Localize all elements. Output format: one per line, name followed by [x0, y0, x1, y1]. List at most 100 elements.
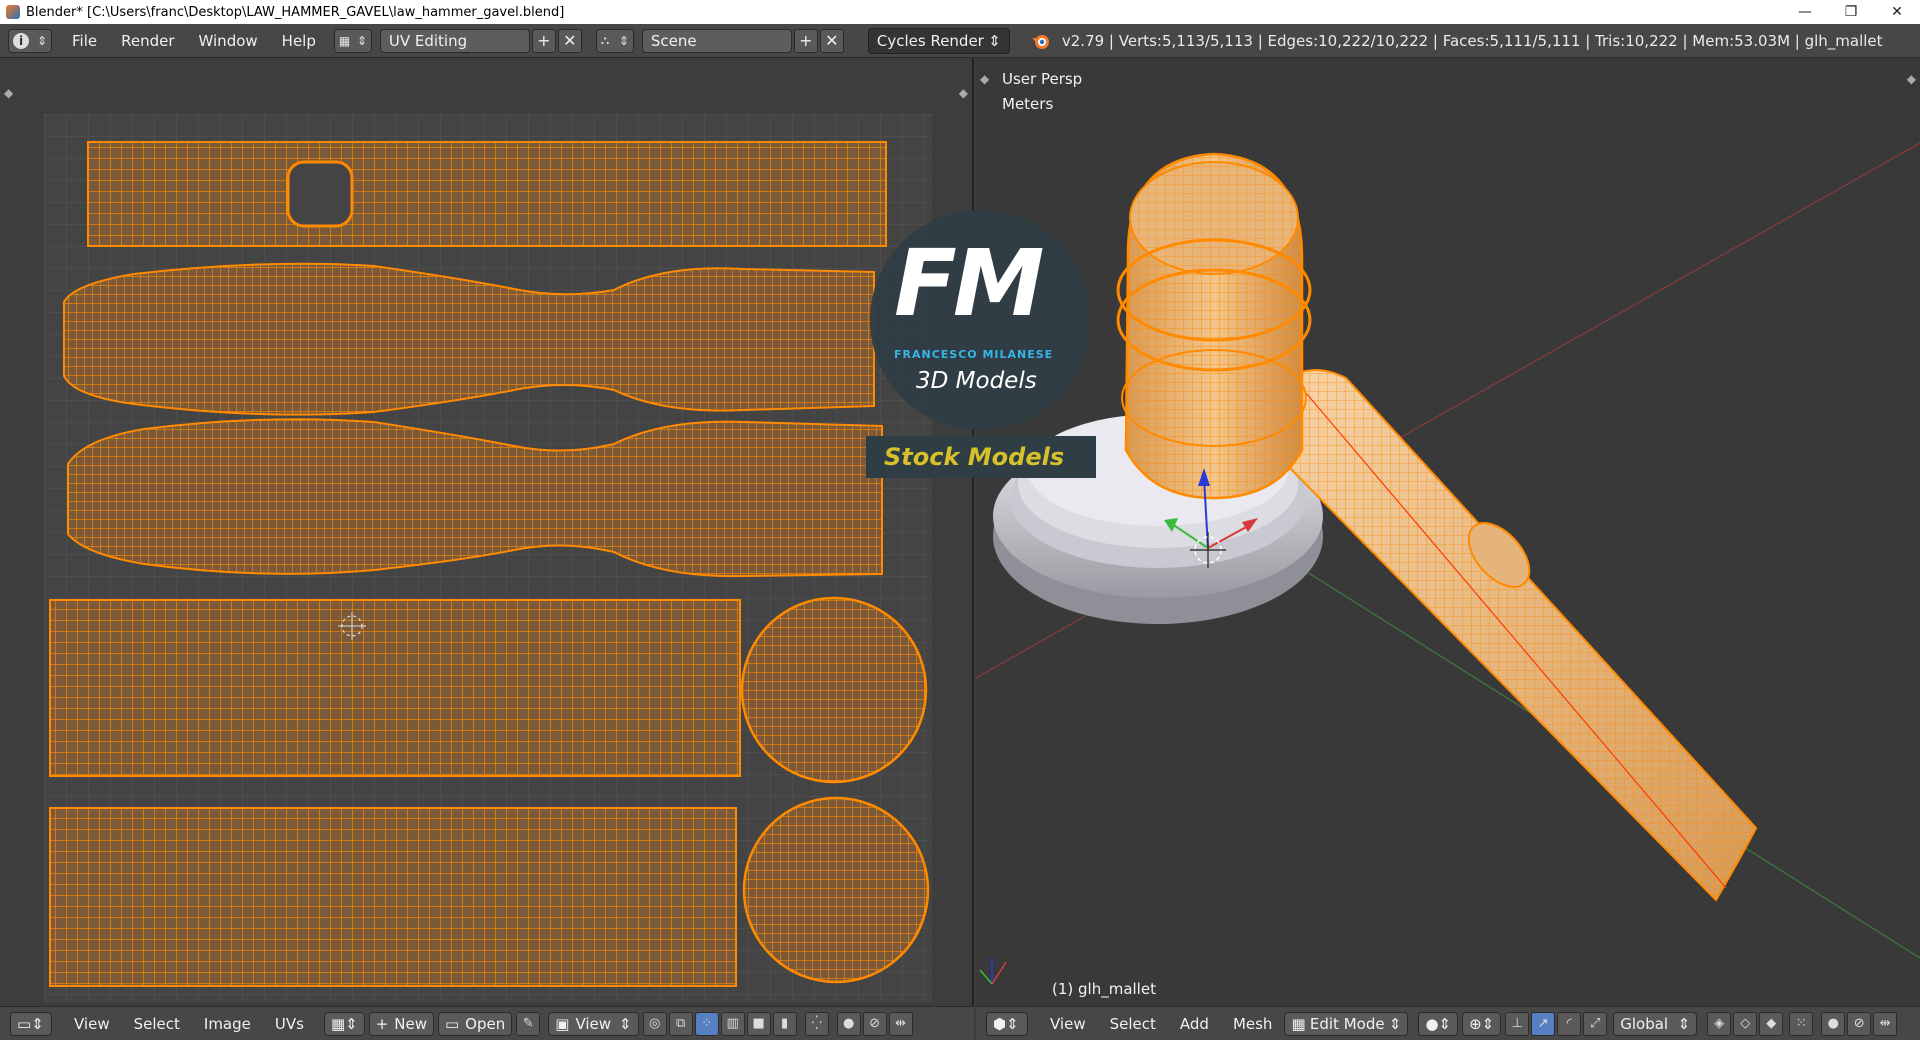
screen-layout-icon: ▦: [338, 33, 351, 48]
info-editor-type-selector[interactable]: i ⇕: [8, 28, 52, 53]
menu-window[interactable]: Window: [187, 32, 270, 50]
pin-icon[interactable]: ✎: [516, 1011, 541, 1036]
remove-screen-button[interactable]: ✕: [557, 28, 582, 53]
pivot-point-dropdown[interactable]: ⊕⇕: [1462, 1011, 1502, 1036]
viewport-shading-dropdown[interactable]: ●⇕: [1418, 1011, 1459, 1036]
add-scene-button[interactable]: +: [793, 28, 818, 53]
updown-icon: ⇕: [1006, 1014, 1019, 1033]
window-titlebar: Blender* [C:\Users\franc\Desktop\LAW_HAM…: [0, 0, 1920, 24]
3d-viewport[interactable]: ◆ ◆ User Persp Meters (1) glh_mallet: [976, 58, 1920, 1006]
snap-icon[interactable]: ⊘: [862, 1011, 887, 1036]
render-engine-dropdown[interactable]: Cycles Render ⇕: [867, 27, 1010, 54]
image-editor-icon: ▭: [17, 1014, 32, 1033]
uv-island-head-side-2[interactable]: [49, 807, 737, 987]
remove-scene-button[interactable]: ✕: [819, 28, 844, 53]
edit-mode-icon: ▦: [1291, 1014, 1306, 1033]
updown-icon: ⇕: [1388, 1014, 1402, 1033]
fm-subtitle: 3D Models: [916, 368, 1037, 394]
mode-dropdown[interactable]: ▦ Edit Mode ⇕: [1284, 1011, 1409, 1036]
info-icon: i: [13, 32, 29, 49]
face-select-icon[interactable]: ■: [746, 1011, 771, 1036]
image-editor-type-selector[interactable]: ▭ ⇕: [10, 1011, 52, 1036]
menu-render[interactable]: Render: [109, 32, 186, 50]
folder-icon: ▭: [444, 1014, 460, 1033]
edge-select-mode-icon[interactable]: ◇: [1733, 1011, 1758, 1036]
uv-menu-view[interactable]: View: [62, 1015, 122, 1033]
uv-island-head-side-1[interactable]: [49, 599, 741, 777]
vp-menu-mesh[interactable]: Mesh: [1221, 1015, 1285, 1033]
view3d-editor-type-selector[interactable]: ⬢ ⇕: [986, 1011, 1028, 1036]
translate-manipulator-icon[interactable]: ↗: [1531, 1011, 1556, 1036]
view-axis-gizmo: [979, 958, 1007, 985]
snap-element-icon[interactable]: ⇹: [1873, 1011, 1898, 1036]
uv-island-head-top[interactable]: [87, 141, 887, 247]
image-browse-button[interactable]: ▦⇕: [323, 1011, 365, 1036]
screen-layout-field[interactable]: UV Editing: [379, 28, 530, 53]
uv-island-handle-2[interactable]: [67, 418, 883, 578]
window-title: Blender* [C:\Users\franc\Desktop\LAW_HAM…: [26, 4, 565, 20]
uv-menu-select[interactable]: Select: [122, 1015, 192, 1033]
transform-orientation-dropdown[interactable]: Global ⇕: [1613, 1011, 1698, 1036]
uv-canvas[interactable]: [44, 114, 932, 1002]
proportional-edit-icon[interactable]: ●: [1821, 1011, 1846, 1036]
minimize-button[interactable]: —: [1782, 0, 1828, 24]
scene-selector[interactable]: ⛬ ⇕: [595, 28, 634, 53]
vertex-select-icon[interactable]: ⁘: [694, 1011, 719, 1036]
rotate-manipulator-icon[interactable]: ◜: [1557, 1011, 1582, 1036]
mode-label: Edit Mode: [1309, 1014, 1385, 1033]
info-header: i ⇕ File Render Window Help ▦ ⇕ UV Editing…: [0, 24, 1920, 58]
uv-island-cap-2[interactable]: [742, 796, 930, 984]
close-button[interactable]: ✕: [1874, 0, 1920, 24]
scene-field[interactable]: Scene: [641, 28, 792, 53]
fm-name: FRANCESCO MILANESE: [894, 348, 1054, 361]
menu-help[interactable]: Help: [270, 32, 328, 50]
gavel-head[interactable]: [1116, 152, 1312, 500]
image-browse-icon: ▦⇕: [330, 1014, 358, 1033]
image-mode-icon: ▣: [555, 1014, 570, 1033]
view3d-icon: ⬢: [993, 1014, 1007, 1033]
gavel-handle[interactable]: [1265, 369, 1758, 902]
manipulator-icon[interactable]: ⊥: [1505, 1011, 1530, 1036]
vp-menu-select[interactable]: Select: [1098, 1015, 1168, 1033]
pivot-icon: ⊕⇕: [1469, 1014, 1495, 1033]
snap-icon[interactable]: ⊘: [1847, 1011, 1872, 1036]
new-image-button[interactable]: + New: [368, 1011, 434, 1036]
scene-statistics: v2.79 | Verts:5,113/5,113 | Edges:10,222…: [1061, 31, 1883, 50]
new-image-label: New: [394, 1014, 427, 1033]
vp-menu-add[interactable]: Add: [1168, 1015, 1221, 1033]
restore-button[interactable]: ❐: [1828, 0, 1874, 24]
solid-shading-icon: ●⇕: [1425, 1014, 1452, 1033]
add-screen-button[interactable]: +: [531, 28, 556, 53]
vertex-select-mode-icon[interactable]: ◈: [1707, 1011, 1732, 1036]
updown-icon: ⇕: [356, 33, 367, 48]
updown-icon: ⇕: [36, 33, 47, 48]
scale-manipulator-icon[interactable]: ⤢: [1583, 1011, 1608, 1036]
fm-initials: FM: [894, 230, 1044, 337]
edge-select-icon[interactable]: ▥: [720, 1011, 745, 1036]
limit-selection-icon[interactable]: ⁙: [1789, 1011, 1814, 1036]
pivot-icon[interactable]: ◎: [642, 1011, 667, 1036]
screen-layout-selector[interactable]: ▦ ⇕: [333, 28, 372, 53]
proportional-edit-icon[interactable]: ●: [836, 1011, 861, 1036]
open-image-button[interactable]: ▭ Open: [437, 1011, 513, 1036]
menu-file[interactable]: File: [60, 32, 109, 50]
image-mode-dropdown[interactable]: ▣ View ⇕: [548, 1011, 639, 1036]
area-split-corner[interactable]: ◆: [4, 86, 13, 100]
scene-render: [976, 142, 1920, 985]
plus-icon: +: [375, 1014, 389, 1033]
uv-menu-image[interactable]: Image: [192, 1015, 263, 1033]
vp-menu-view[interactable]: View: [1038, 1015, 1098, 1033]
sticky-select-icon[interactable]: ⁛: [804, 1011, 829, 1036]
sync-selection-icon[interactable]: ⧉: [668, 1011, 693, 1036]
snap-target-icon[interactable]: ⇹: [888, 1011, 913, 1036]
area-split-corner[interactable]: ◆: [959, 86, 968, 100]
uv-menu-uvs[interactable]: UVs: [263, 1015, 316, 1033]
uv-island-cap-1[interactable]: [740, 596, 928, 784]
updown-icon: ⇕: [619, 1014, 632, 1033]
updown-icon: ⇕: [988, 31, 1001, 50]
uv-island-handle-1[interactable]: [63, 262, 875, 416]
updown-icon: ⇕: [31, 1014, 44, 1033]
uv-image-editor[interactable]: ◆ ◆: [0, 58, 974, 1006]
face-select-mode-icon[interactable]: ◆: [1759, 1011, 1784, 1036]
island-select-icon[interactable]: ▮: [772, 1011, 797, 1036]
